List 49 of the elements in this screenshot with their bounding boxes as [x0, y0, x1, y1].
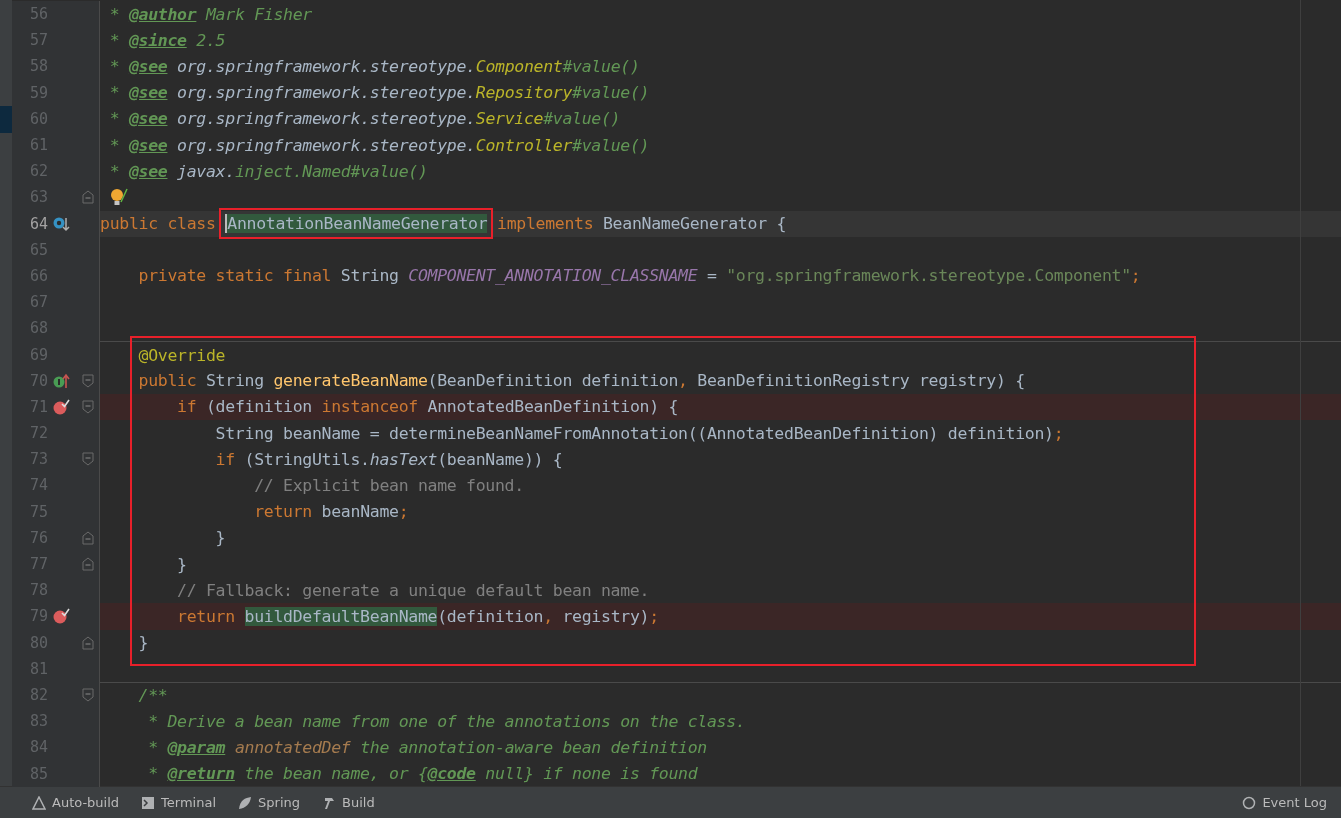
fold-icon[interactable] [81, 635, 94, 650]
fold-icon[interactable] [81, 452, 94, 467]
balloon-icon [1242, 795, 1257, 810]
code-line: * @since 2.5 [108, 30, 226, 50]
hammer-icon [322, 795, 336, 810]
tool-window-button[interactable]: Spring [234, 793, 304, 812]
breakpoint-icon[interactable] [53, 608, 71, 625]
code-line: if (definition instanceof AnnotatedBeanDefinition) { [176, 397, 679, 417]
leaf-icon [238, 795, 253, 810]
code-line: return buildDefaultBeanName(definition, registry); [176, 606, 659, 626]
code-line: * @author Mark Fisher [108, 4, 312, 24]
code-line: // Explicit bean name found. [253, 475, 524, 495]
code-line: private static final String COMPONENT_ANNOTATION_CLASSNAME = "org.springframework.stereotype.Component"; [137, 266, 1141, 286]
fold-icon[interactable] [81, 373, 94, 388]
implemented-icon[interactable] [53, 215, 71, 232]
overrides-icon[interactable] [53, 372, 71, 389]
code-line: public String generateBeanName(BeanDefinition definition, BeanDefinitionRegistry registry) { [137, 371, 1025, 391]
code-line: return beanName; [253, 502, 409, 522]
code-line: /** [137, 685, 168, 705]
code-line: @Override [137, 345, 226, 365]
code-line: // Fallback: generate a unique default bean name. [176, 580, 650, 600]
code-line: * @see org.springframework.stereotype.Service#value() [108, 109, 621, 129]
tool-window-button[interactable]: Auto-build [28, 793, 124, 812]
fold-icon[interactable] [81, 530, 94, 545]
fold-icon[interactable] [81, 190, 94, 205]
line-number: 64 [28, 214, 48, 233]
code-line: * @see org.springframework.stereotype.Component#value() [108, 56, 640, 76]
code-line: * @see org.springframework.stereotype.Controller#value() [108, 135, 650, 155]
tool-window-button[interactable]: Build [318, 793, 379, 812]
tool-window-button[interactable]: Terminal [137, 793, 221, 812]
code-line: public class AnnotationBeanNameGenerator implements BeanNameGenerator { [100, 214, 787, 234]
code-line: } [137, 633, 149, 653]
code-line: * @see org.springframework.stereotype.Repository#value() [108, 83, 650, 103]
code-line: * Derive a bean name from one of the annotations on the class. [147, 711, 746, 731]
code-line: * @param annotatedDef the annotation-aware bean definition [147, 737, 707, 757]
terminal-icon [141, 795, 156, 810]
code-line: * @return the bean name, or {@code null} if none is found [147, 764, 698, 784]
fold-icon[interactable] [81, 687, 94, 702]
code-line: * @see javax.inject.Named#value() [108, 161, 428, 181]
warning-icon [32, 795, 46, 810]
lightbulb-icon[interactable] [109, 187, 129, 208]
code-line: } [214, 528, 226, 548]
breakpoint-icon[interactable] [53, 398, 71, 415]
code-line: } [176, 554, 187, 574]
code-line: if (StringUtils.hasText(beanName)) { [214, 449, 563, 469]
fold-icon[interactable] [81, 399, 94, 414]
fold-icon[interactable] [81, 557, 94, 572]
code-line: String beanName = determineBeanNameFromAnnotation((AnnotatedBeanDefinition) definition); [214, 423, 1064, 443]
event-log-button[interactable]: Event Log [1238, 793, 1331, 812]
